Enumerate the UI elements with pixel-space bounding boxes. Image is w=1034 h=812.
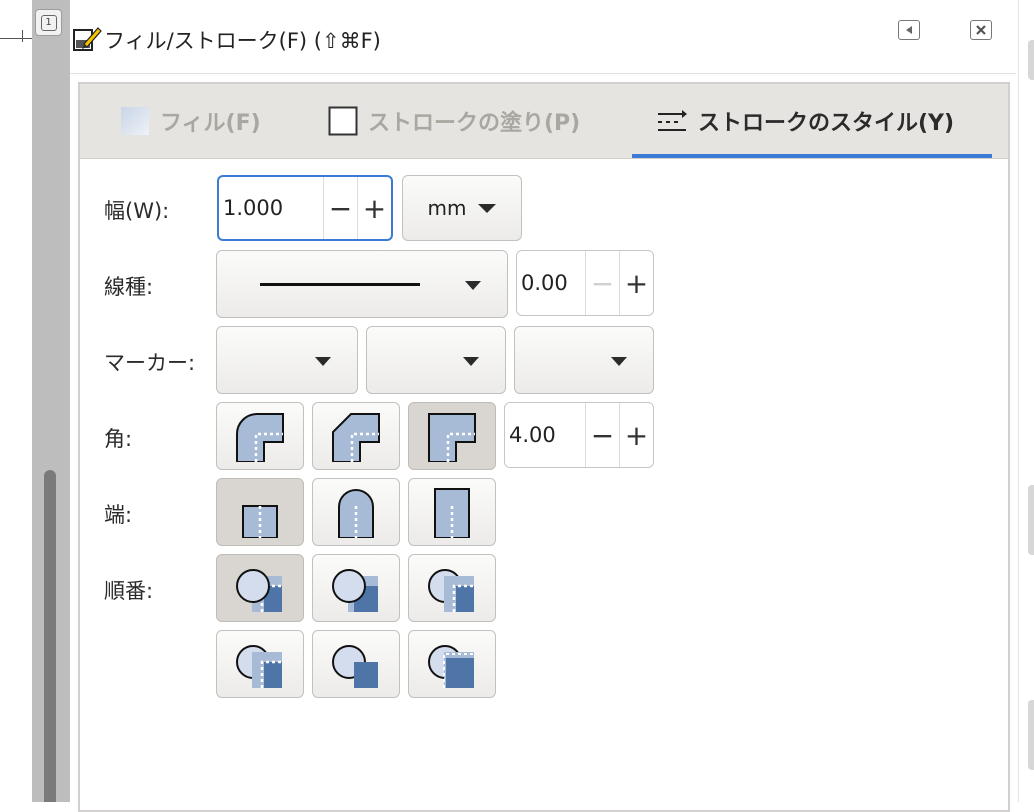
dash-label: 線種: bbox=[104, 275, 154, 299]
markers-label: マーカー: bbox=[104, 351, 196, 375]
dash-offset-decrement-button[interactable]: − bbox=[585, 251, 619, 315]
width-spinbutton[interactable]: 1.000 − + bbox=[217, 175, 393, 241]
header-separator bbox=[70, 73, 1016, 74]
canvas-area[interactable] bbox=[0, 0, 32, 802]
miter-limit-value[interactable]: 4.00 bbox=[505, 403, 585, 467]
paint-order-fill-markers-stroke-button[interactable] bbox=[216, 630, 304, 698]
chevron-down-icon bbox=[463, 357, 479, 366]
tab-bar: フィル(F) ストロークの塗り(P) ストロークのスタイル(Y) bbox=[80, 84, 1008, 159]
tab-stroke-paint[interactable]: ストロークの塗り(P) bbox=[328, 84, 580, 158]
unit-dropdown[interactable]: mm bbox=[402, 175, 522, 241]
cap-label: 端: bbox=[104, 503, 133, 527]
scrollbar-thumb[interactable] bbox=[44, 470, 56, 802]
paint-order-icon bbox=[332, 569, 378, 612]
paint-order-markers-fill-stroke-button[interactable] bbox=[408, 554, 496, 622]
dash-offset-value[interactable]: 0.00 bbox=[517, 251, 585, 315]
end-marker-dropdown[interactable] bbox=[514, 326, 654, 394]
page-number-icon: 1 bbox=[40, 14, 57, 31]
dash-pattern-dropdown[interactable] bbox=[216, 250, 508, 318]
dash-offset-spinbutton[interactable]: 0.00 − + bbox=[516, 250, 654, 316]
canvas-guide-line bbox=[0, 38, 32, 39]
active-tab-indicator bbox=[632, 154, 992, 158]
right-panel-edge bbox=[1018, 0, 1034, 802]
paint-order-fill-stroke-markers-button[interactable] bbox=[216, 554, 304, 622]
page-number-button[interactable]: 1 bbox=[35, 9, 62, 36]
right-panel-handle[interactable] bbox=[1028, 700, 1034, 770]
tab-stroke-style[interactable]: ストロークのスタイル(Y) bbox=[656, 84, 954, 158]
paint-order-stroke-fill-markers-button[interactable] bbox=[312, 554, 400, 622]
flat-fill-icon bbox=[121, 107, 149, 135]
width-label: 幅(W): bbox=[104, 199, 170, 223]
fill-stroke-icon bbox=[73, 27, 102, 51]
miter-limit-decrement-button[interactable]: − bbox=[585, 403, 619, 467]
join-label: 角: bbox=[104, 427, 133, 451]
bevel-join-button[interactable] bbox=[312, 402, 400, 470]
unit-value: mm bbox=[427, 196, 467, 220]
paint-order-markers-stroke-fill-button[interactable] bbox=[312, 630, 400, 698]
round-cap-button[interactable] bbox=[312, 478, 400, 546]
paint-order-stroke-markers-fill-button[interactable] bbox=[408, 630, 496, 698]
miter-join-icon bbox=[428, 413, 476, 462]
square-cap-icon bbox=[434, 488, 470, 538]
width-value[interactable]: 1.000 bbox=[219, 177, 323, 239]
paint-order-icon bbox=[236, 569, 282, 612]
tab-stroke-style-label: ストロークのスタイル(Y) bbox=[698, 111, 955, 136]
chevron-down-icon bbox=[315, 357, 331, 366]
miter-limit-increment-button[interactable]: + bbox=[619, 403, 653, 467]
paint-order-icon bbox=[428, 569, 474, 612]
round-cap-icon bbox=[338, 489, 374, 538]
dash-offset-increment-button[interactable]: + bbox=[619, 251, 653, 315]
stroke-paint-icon bbox=[328, 106, 358, 136]
bevel-join-icon bbox=[332, 413, 380, 462]
canvas-guide-tick bbox=[22, 30, 23, 42]
chevron-down-icon bbox=[465, 281, 481, 290]
round-join-button[interactable] bbox=[216, 402, 304, 470]
round-join-icon bbox=[236, 413, 284, 462]
butt-cap-icon bbox=[242, 505, 278, 538]
square-cap-button[interactable] bbox=[408, 478, 496, 546]
width-decrement-button[interactable]: − bbox=[323, 177, 357, 239]
order-label: 順番: bbox=[104, 579, 154, 603]
right-panel-handle[interactable] bbox=[1028, 485, 1034, 555]
miter-join-button[interactable] bbox=[408, 402, 496, 470]
tab-fill-label: フィル(F) bbox=[160, 111, 261, 136]
mid-marker-dropdown[interactable] bbox=[366, 326, 506, 394]
paint-order-icon bbox=[332, 645, 378, 688]
tab-stroke-paint-label: ストロークの塗り(P) bbox=[368, 111, 581, 136]
butt-cap-button[interactable] bbox=[216, 478, 304, 546]
dash-sample bbox=[260, 282, 420, 286]
stroke-style-icon bbox=[658, 110, 687, 131]
tab-fill[interactable]: フィル(F) bbox=[120, 84, 261, 158]
paint-order-icon bbox=[428, 645, 474, 688]
close-icon[interactable] bbox=[970, 20, 992, 40]
paint-order-icon bbox=[236, 645, 282, 688]
start-marker-dropdown[interactable] bbox=[216, 326, 358, 394]
chevron-down-icon bbox=[478, 203, 497, 213]
dialog-title: フィル/ストローク(F) (⇧⌘F) bbox=[104, 29, 381, 53]
miter-limit-spinbutton[interactable]: 4.00 − + bbox=[504, 402, 654, 468]
chevron-down-icon bbox=[611, 357, 627, 366]
right-panel-handle[interactable] bbox=[1028, 40, 1034, 80]
width-increment-button[interactable]: + bbox=[357, 177, 391, 239]
collapse-left-icon[interactable] bbox=[898, 20, 920, 40]
